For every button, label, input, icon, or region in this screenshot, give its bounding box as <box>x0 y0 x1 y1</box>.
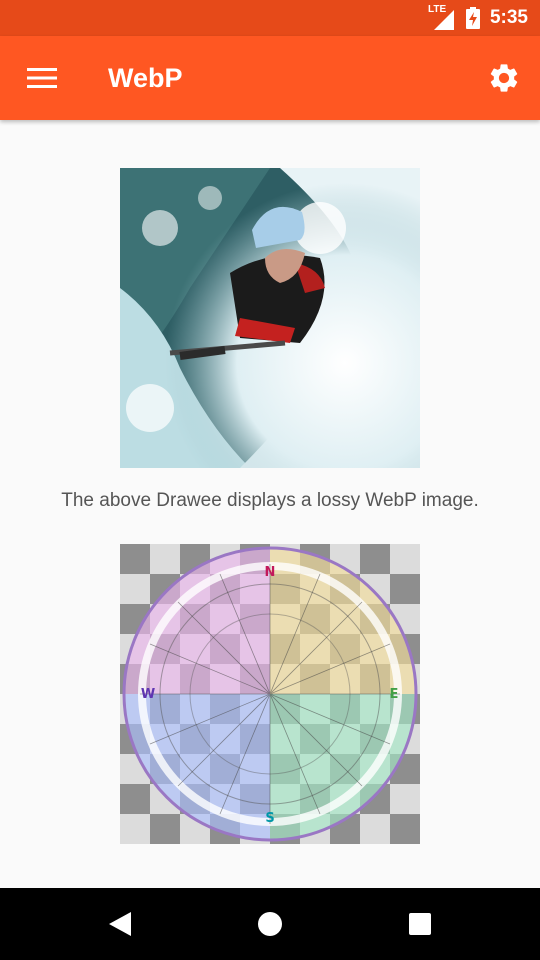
recents-icon <box>409 913 431 935</box>
home-icon <box>258 912 282 936</box>
back-icon <box>109 912 131 936</box>
status-time: 5:35 <box>489 7 528 28</box>
battery-charging-icon <box>465 7 480 29</box>
transparent-webp-color-wheel-image: N E S W <box>120 544 420 844</box>
svg-text:S: S <box>265 811 274 826</box>
navigation-bar <box>0 888 540 960</box>
kayaker-webp-image <box>120 168 420 468</box>
webp-caption: The above Drawee displays a lossy WebP i… <box>61 490 479 511</box>
recents-button[interactable] <box>396 900 444 948</box>
app-bar: WebP <box>0 36 540 120</box>
svg-text:W: W <box>141 687 155 702</box>
svg-text:N: N <box>265 565 276 580</box>
settings-button[interactable] <box>476 50 532 106</box>
status-icons: LTE 5:35 <box>428 0 528 36</box>
svg-text:E: E <box>390 687 399 702</box>
status-bar: LTE 5:35 <box>0 0 540 36</box>
home-button[interactable] <box>246 900 294 948</box>
menu-icon <box>27 68 57 88</box>
app-title: WebP <box>108 63 183 93</box>
menu-button[interactable] <box>14 50 70 106</box>
settings-icon <box>490 64 518 92</box>
signal-icon: LTE <box>428 4 456 30</box>
back-button[interactable] <box>96 900 144 948</box>
